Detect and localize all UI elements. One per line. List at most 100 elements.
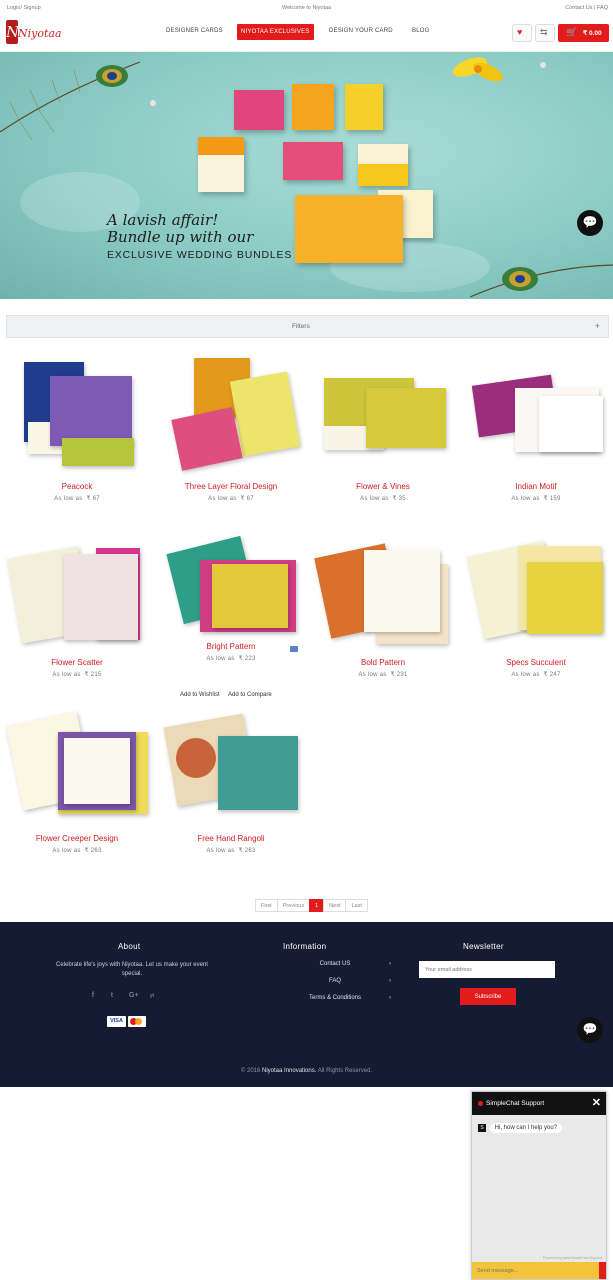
footer-link-terms[interactable]: Terms & Conditions › [275, 995, 395, 1012]
youtube-icon[interactable]: yt [150, 993, 154, 999]
product-card-three-layer-floral[interactable]: Three Layer Floral Design As low as ₹ 67 [161, 358, 301, 502]
product-image[interactable] [7, 534, 144, 652]
twitter-icon[interactable]: t [111, 992, 113, 999]
nav-link[interactable]: NIYOTAA EXCLUSIVES [237, 24, 314, 40]
chat-powered-by[interactable]: Powered by www.SimpleChat.Support [543, 1256, 602, 1260]
page-last[interactable]: Last [345, 899, 368, 912]
product-image[interactable] [316, 358, 450, 476]
add-to-wishlist-link[interactable]: Add to Wishlist [180, 692, 220, 698]
product-name[interactable]: Bright Pattern [161, 642, 301, 651]
product-price: As low as ₹ 159 [466, 495, 606, 502]
hero-banner[interactable]: A lavish affair! Bundle up with our EXCL… [0, 52, 613, 299]
mastercard-icon [128, 1016, 146, 1027]
product-image[interactable] [469, 358, 603, 476]
chevron-right-icon: › [389, 978, 391, 984]
price-value: ₹ 263 [84, 848, 102, 854]
add-to-compare-link[interactable]: Add to Compare [228, 692, 272, 698]
card-image [198, 137, 244, 155]
link-label[interactable]: Contact US [320, 961, 351, 967]
product-card-flower-scatter[interactable]: Flower Scatter As low as ₹ 215 [7, 534, 147, 678]
product-name[interactable]: Flower Scatter [7, 658, 147, 667]
product-name[interactable]: Peacock [7, 482, 147, 491]
product-name[interactable]: Indian Motif [466, 482, 606, 491]
welcome-text: Welcome to Niyotaa [282, 5, 332, 11]
google-plus-icon[interactable]: G+ [129, 992, 139, 999]
product-image[interactable] [314, 534, 450, 652]
filters-label: Filters [292, 323, 310, 330]
faq-link[interactable]: FAQ [597, 5, 608, 11]
hero-caption: A lavish affair! Bundle up with our EXCL… [107, 211, 307, 262]
nav-link[interactable]: DESIGNER CARDS [162, 24, 227, 38]
nav-item-niyotaa-exclusives[interactable]: NIYOTAA EXCLUSIVES [237, 24, 314, 40]
product-name[interactable]: Specs Succulent [466, 658, 606, 667]
footer-about-text: Celebrate life's joys with Niyotaa. Let … [56, 962, 208, 977]
page-next[interactable]: Next [323, 899, 347, 912]
send-button[interactable] [599, 1262, 606, 1279]
pearl-decor [150, 100, 156, 106]
nav-link[interactable]: DESIGN YOUR CARD [325, 24, 397, 38]
wishlist-button[interactable]: ♥ [512, 24, 532, 42]
nav-item-designer-cards[interactable]: DESIGNER CARDS [162, 24, 227, 38]
chat-bubble-icon: 💬 [582, 1022, 598, 1036]
page-previous[interactable]: Previous [276, 899, 311, 912]
chat-message-input[interactable] [472, 1262, 606, 1279]
plus-icon[interactable]: + [595, 321, 600, 331]
logo[interactable]: N Niyotaa [6, 20, 62, 46]
filters-bar[interactable]: Filters + [6, 315, 609, 338]
newsletter-email-input[interactable] [419, 961, 555, 978]
product-price: As low as ₹ 263 [7, 847, 147, 854]
contact-us-link[interactable]: Contact Us [565, 5, 592, 11]
page-current[interactable]: 1 [309, 899, 325, 912]
footer-link-contact[interactable]: Contact US › [275, 961, 395, 978]
product-name[interactable]: Three Layer Floral Design [161, 482, 301, 491]
chat-header[interactable]: SimpleChat Support ✕ [472, 1092, 606, 1115]
link-label[interactable]: Terms & Conditions [309, 995, 361, 1001]
nav-item-design-your-card[interactable]: DESIGN YOUR CARD [325, 24, 397, 38]
hero-line-1: A lavish affair! [107, 211, 219, 229]
agent-avatar: S [478, 1124, 486, 1132]
product-card-indian-motif[interactable]: Indian Motif As low as ₹ 159 [466, 358, 606, 502]
chat-title: SimpleChat Support [486, 1100, 545, 1107]
card-image [364, 550, 440, 632]
product-name[interactable]: Flower & Vines [313, 482, 453, 491]
link-label[interactable]: FAQ [329, 978, 341, 984]
close-icon[interactable]: ✕ [592, 1096, 601, 1109]
product-card-flower-vines[interactable]: Flower & Vines As low as ₹ 35 [313, 358, 453, 502]
facebook-icon[interactable]: f [92, 992, 94, 999]
login-signup-link[interactable]: Login/ Signup [7, 5, 41, 11]
copyright-brand[interactable]: Niyotaa Innovations. [262, 1068, 316, 1074]
card-image [198, 155, 244, 192]
footer-link-faq[interactable]: FAQ › [275, 978, 395, 995]
heart-icon: ♥ [517, 27, 523, 37]
quick-view-icon[interactable] [290, 646, 298, 652]
chat-launcher-button[interactable]: 💬 [577, 210, 603, 236]
product-card-bright-pattern[interactable]: Bright Pattern As low as ₹ 223 [161, 534, 301, 662]
cart-button[interactable]: 🛒 ₹ 0.00 [558, 24, 609, 42]
product-card-specs-succulent[interactable]: Specs Succulent As low as ₹ 247 [466, 534, 606, 678]
product-image[interactable] [5, 710, 148, 828]
card-image [212, 564, 288, 628]
product-card-bold-pattern[interactable]: Bold Pattern As low as ₹ 231 [313, 534, 453, 678]
price-prefix: As low as [52, 848, 81, 854]
card-image [283, 142, 343, 180]
hero-line-2: Bundle up with our [107, 228, 254, 246]
product-card-peacock[interactable]: Peacock As low as ₹ 67 [7, 358, 147, 502]
product-image[interactable] [467, 534, 603, 652]
nav-item-blog[interactable]: BLOG [408, 24, 433, 38]
product-name[interactable]: Bold Pattern [313, 658, 453, 667]
product-name[interactable]: Flower Creeper Design [7, 834, 147, 843]
product-image[interactable] [10, 358, 144, 476]
subscribe-button[interactable]: Subscribe [460, 988, 516, 1005]
product-image[interactable] [164, 534, 298, 636]
product-image[interactable] [164, 358, 301, 476]
page-first[interactable]: First [255, 899, 278, 912]
nav-link[interactable]: BLOG [408, 24, 433, 38]
price-prefix: As low as [52, 672, 81, 678]
product-name[interactable]: Free Hand Rangoli [161, 834, 301, 843]
compare-button[interactable]: ⇆ [535, 24, 555, 42]
chat-launcher-button[interactable]: 💬 [577, 1017, 603, 1043]
product-image[interactable] [163, 710, 298, 828]
product-card-free-hand-rangoli[interactable]: Free Hand Rangoli As low as ₹ 263 [161, 710, 301, 854]
product-card-flower-creeper[interactable]: Flower Creeper Design As low as ₹ 263 [5, 710, 148, 854]
card-image [366, 388, 446, 448]
